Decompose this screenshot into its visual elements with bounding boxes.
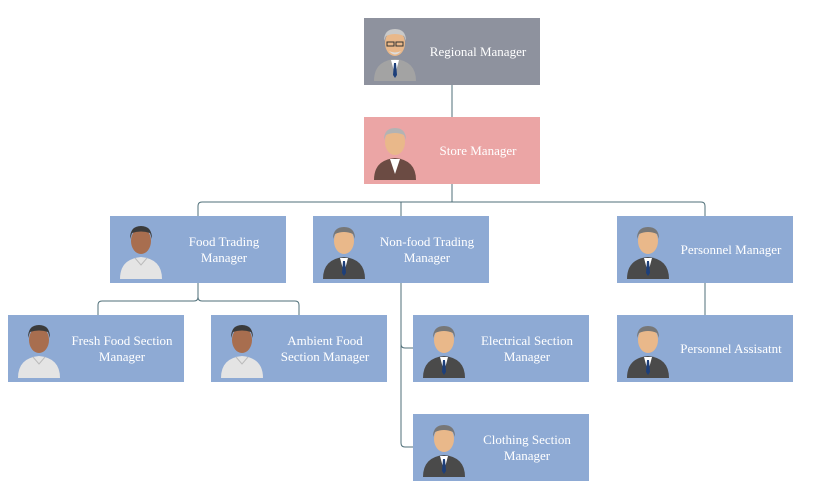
connector-store-level2 xyxy=(197,184,706,216)
node-label: Regional Manager xyxy=(429,43,527,59)
man-white-shirt-icon xyxy=(221,325,263,378)
node-nonfood-trading-manager[interactable]: Non-food Trading Manager xyxy=(313,216,489,283)
businessman-icon xyxy=(627,227,669,279)
node-ambient-food-section-manager[interactable]: Ambient Food Section Manager xyxy=(211,315,387,382)
businessman-icon xyxy=(323,227,365,279)
gray-hair-man-brown-suit-icon xyxy=(374,128,416,180)
businessman-icon xyxy=(423,425,465,477)
node-regional-manager[interactable]: Regional Manager xyxy=(364,18,540,85)
businessman-icon xyxy=(627,326,669,378)
node-personnel-manager[interactable]: Personnel Manager xyxy=(617,216,793,283)
node-label: Store Manager xyxy=(439,142,517,158)
senior-man-glasses-icon xyxy=(374,29,416,81)
node-label: Personnel Manager xyxy=(680,241,782,257)
node-label: Non-food Trading Manager xyxy=(379,233,475,265)
connector-food-children xyxy=(97,283,300,315)
node-label: Electrical Section Manager xyxy=(480,332,574,364)
node-label: Ambient Food Section Manager xyxy=(280,332,370,364)
node-electrical-section-manager[interactable]: Electrical Section Manager xyxy=(413,315,589,382)
businessman-icon xyxy=(423,326,465,378)
man-white-shirt-icon xyxy=(120,226,162,279)
node-personnel-assistant[interactable]: Personnel Assisatnt xyxy=(617,315,793,382)
node-label: Clothing Section Manager xyxy=(483,431,571,463)
connector-nonfood-children xyxy=(400,283,413,448)
node-clothing-section-manager[interactable]: Clothing Section Manager xyxy=(413,414,589,481)
node-label: Food Trading Manager xyxy=(188,233,260,265)
man-white-shirt-icon xyxy=(18,325,60,378)
node-store-manager[interactable]: Store Manager xyxy=(364,117,540,184)
node-label: Personnel Assisatnt xyxy=(680,340,782,356)
node-fresh-food-section-manager[interactable]: Fresh Food Section Manager xyxy=(8,315,184,382)
node-label: Fresh Food Section Manager xyxy=(71,332,173,364)
org-chart: Regional Manager Store Manager Food Trad… xyxy=(0,0,818,500)
node-food-trading-manager[interactable]: Food Trading Manager xyxy=(110,216,286,283)
